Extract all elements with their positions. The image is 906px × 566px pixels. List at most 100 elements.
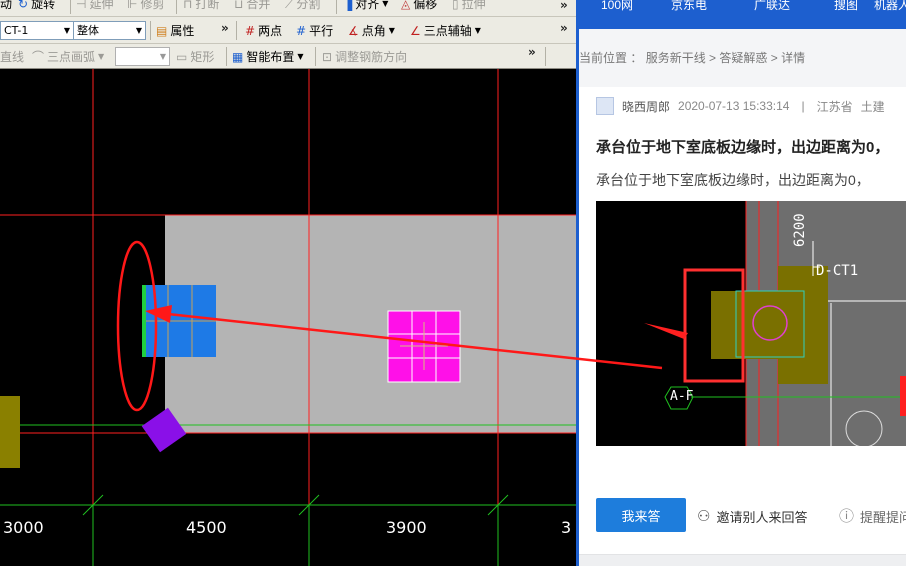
offset-button[interactable]: ◬ 偏移 xyxy=(401,0,437,11)
overflow-chevron-icon[interactable]: » xyxy=(560,21,568,35)
rect-icon: ▭ xyxy=(176,50,188,64)
dimension-label: 3 xyxy=(561,518,572,537)
chevron-down-icon: ▼ xyxy=(159,52,166,61)
chevron-down-icon: ▼ xyxy=(135,26,142,35)
trim-label: 修剪 xyxy=(140,0,165,11)
toolbar-edit: 动 ↻ 旋转 ⊣ 延伸 ⊩ 修剪 ⊓ 打断 ⊔ 合并 ⟋ 分割 ▐ 对齐 ▼ ◬ 偏移 ▯ 拉伸 » xyxy=(0,0,576,17)
extend-icon: ⊣ xyxy=(76,0,87,11)
property-button[interactable]: ▤ 属性 xyxy=(156,24,194,38)
separator xyxy=(336,0,337,14)
parallel-icon: # xyxy=(296,24,307,38)
toolbar-draw: 直线 ⌒ 三点画弧 ▼ ▼ ▭ 矩形 ▦ 智能布置 ▼ ⊡ 调整钢筋方向 » xyxy=(0,44,576,69)
two-point-button[interactable]: # 两点 xyxy=(245,24,282,38)
question-meta: 晓西周郎 2020-07-13 15:33:14 | 江苏省 土建 xyxy=(596,97,885,115)
arc-icon: ⌒ xyxy=(32,50,45,64)
align-icon: ▐ xyxy=(343,0,353,11)
overflow-chevron-icon[interactable]: » xyxy=(560,0,568,12)
overflow-chevron-icon[interactable]: » xyxy=(221,21,229,35)
adjust-rebar-label: 调整钢筋方向 xyxy=(335,50,408,64)
smart-layout-button[interactable]: ▦ 智能布置 ▼ xyxy=(232,50,304,64)
breadcrumb-link[interactable]: 答疑解惑 xyxy=(719,51,767,65)
separator xyxy=(176,0,177,14)
extend-label: 延伸 xyxy=(89,0,114,11)
browser-tab-strip: 100网 京东电 广联达 搜图 机器人 xyxy=(579,0,906,29)
drawing-canvas[interactable] xyxy=(0,69,576,566)
align-button[interactable]: ▐ 对齐 ▼ xyxy=(343,0,388,11)
stretch-button[interactable]: ▯ 拉伸 xyxy=(452,0,486,11)
invite-button[interactable]: ⚇ 邀请别人来回答 xyxy=(697,507,807,526)
page-footer-strip xyxy=(579,554,906,566)
header-tab[interactable]: 机器人 xyxy=(874,0,906,13)
stretch-label: 拉伸 xyxy=(461,0,486,11)
remind-button[interactable]: ⓘ 提醒提问 xyxy=(839,507,906,526)
header-tab[interactable]: 京东电 xyxy=(671,0,707,13)
rotate-icon: ↻ xyxy=(18,0,29,11)
three-point-arc-button[interactable]: ⌒ 三点画弧 ▼ xyxy=(32,50,104,64)
split-label: 分割 xyxy=(296,0,321,11)
split-button[interactable]: ⟋ 分割 xyxy=(285,0,320,11)
info-icon: ⓘ xyxy=(839,507,855,525)
separator xyxy=(545,47,546,66)
mode-select[interactable]: 整体 ▼ xyxy=(74,21,146,40)
move-label: 动 xyxy=(0,0,13,11)
three-point-axis-label: 三点辅轴 xyxy=(423,24,472,38)
thumb-axis-label: A-F xyxy=(670,389,694,404)
parallel-label: 平行 xyxy=(309,24,334,38)
header-tab[interactable]: 广联达 xyxy=(754,0,790,13)
header-tab[interactable]: 搜图 xyxy=(834,0,858,13)
rect-label: 矩形 xyxy=(190,50,215,64)
merge-icon: ⊔ xyxy=(234,0,244,11)
property-label: 属性 xyxy=(170,24,195,38)
slab xyxy=(165,215,576,433)
post-datetime: 2020-07-13 15:33:14 xyxy=(678,99,790,113)
remind-label: 提醒提问 xyxy=(860,510,906,525)
author-name[interactable]: 晓西周郎 xyxy=(622,98,670,115)
adjust-rebar-button[interactable]: ⊡ 调整钢筋方向 xyxy=(322,50,407,64)
align-label: 对齐 xyxy=(355,0,380,11)
user-icon: ⚇ xyxy=(697,507,711,525)
question-title: 承台位于地下室底板边缘时，出边距离为0， xyxy=(596,139,890,156)
merge-button[interactable]: ⊔ 合并 xyxy=(234,0,270,11)
thumb-component-label: D-CT1 xyxy=(816,263,859,279)
extend-button[interactable]: ⊣ 延伸 xyxy=(76,0,113,11)
thumb-dim-label: 6200 xyxy=(792,213,808,247)
component-select[interactable]: CT-1 ▼ xyxy=(0,21,74,40)
trim-button[interactable]: ⊩ 修剪 xyxy=(127,0,164,11)
three-point-axis-button[interactable]: ∠ 三点辅轴 ▼ xyxy=(410,24,481,38)
line-button[interactable]: 直线 xyxy=(0,50,24,64)
line-label: 直线 xyxy=(0,50,25,64)
separator xyxy=(70,0,71,14)
separator xyxy=(315,47,316,66)
offset-label: 偏移 xyxy=(413,0,438,11)
avatar[interactable] xyxy=(596,97,614,115)
rotate-button[interactable]: ↻ 旋转 xyxy=(18,0,55,11)
question-image[interactable]: 6200 D-CT1 A-F xyxy=(596,201,906,446)
stretch-icon: ▯ xyxy=(452,0,459,11)
parallel-button[interactable]: # 平行 xyxy=(296,24,333,38)
breadcrumb-prefix: 当前位置 ： xyxy=(579,51,643,65)
answer-button[interactable]: 我来答 xyxy=(596,498,686,532)
smart-layout-label: 智能布置 xyxy=(246,50,295,64)
location: 江苏省 xyxy=(816,99,853,114)
breadcrumb-current: 详情 xyxy=(781,51,806,65)
break-icon: ⊓ xyxy=(183,0,193,11)
header-tab[interactable]: 100网 xyxy=(601,0,633,13)
question-description: 承台位于地下室底板边缘时，出边距离为0， xyxy=(596,172,870,188)
three-point-axis-icon: ∠ xyxy=(410,24,421,38)
breadcrumb: 当前位置 ： 服务新干线 > 答疑解惑 > 详情 xyxy=(579,29,906,87)
breadcrumb-separator: > xyxy=(709,51,720,65)
pile-cap-magenta xyxy=(387,310,461,383)
move-button[interactable]: 动 xyxy=(0,0,12,11)
dimension-label: 4500 xyxy=(186,518,227,537)
breadcrumb-link[interactable]: 服务新干线 xyxy=(646,51,706,65)
break-label: 打断 xyxy=(195,0,220,11)
property-icon: ▤ xyxy=(156,24,168,38)
rect-button[interactable]: ▭ 矩形 xyxy=(176,50,214,64)
break-button[interactable]: ⊓ 打断 xyxy=(183,0,219,11)
overflow-chevron-icon[interactable]: » xyxy=(528,45,536,59)
arc-param-select[interactable]: ▼ xyxy=(115,47,170,66)
dimension-label: 3000 xyxy=(3,518,44,537)
offset-icon: ◬ xyxy=(401,0,411,11)
point-angle-button[interactable]: ∡ 点角 ▼ xyxy=(348,24,395,38)
point-angle-label: 点角 xyxy=(361,24,386,38)
